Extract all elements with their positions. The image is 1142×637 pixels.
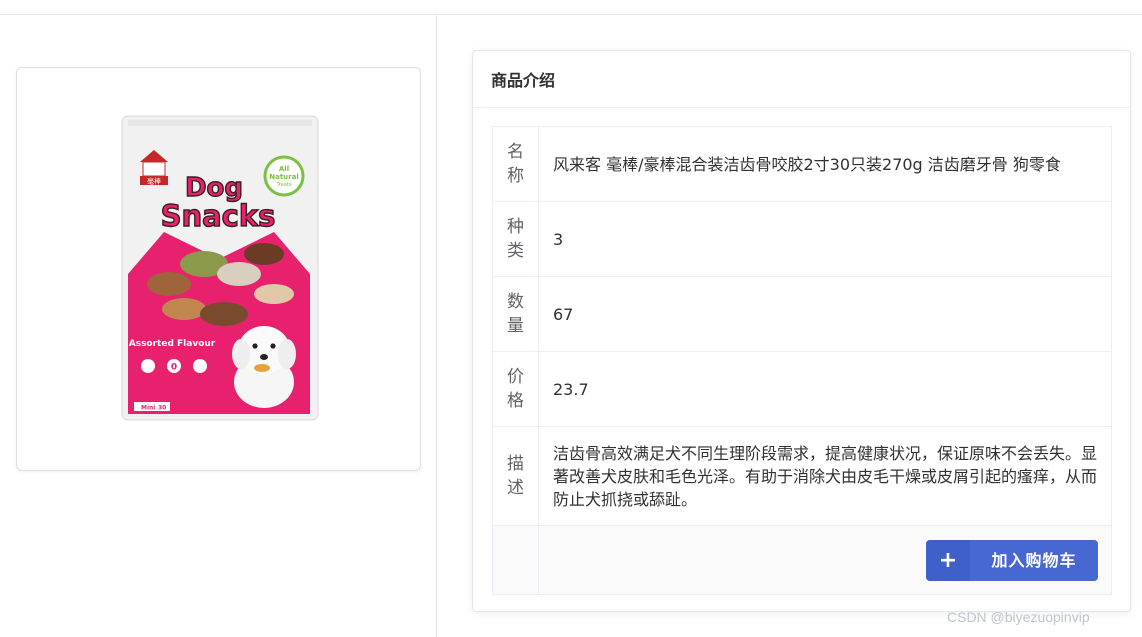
label-price: 价格: [493, 352, 539, 426]
badge-text-1: All: [278, 165, 288, 173]
row-name: 名称 风来客 毫棒/豪棒混合装洁齿骨咬胶2寸30只装270g 洁齿磨牙骨 狗零食: [493, 127, 1111, 202]
row-description: 描述 洁齿骨高效满足犬不同生理阶段需求，提高健康状况，保证原味不会丢失。显著改善…: [493, 427, 1111, 526]
badge-text-3: Treats: [275, 182, 291, 188]
product-image: 毫棒 All Natural Treats Dog Snacks Assorte…: [121, 115, 318, 421]
product-info-card: 商品介绍 名称 风来客 毫棒/豪棒混合装洁齿骨咬胶2寸30只装270g 洁齿磨牙…: [472, 50, 1131, 612]
zero-icon-text: 0: [170, 363, 176, 373]
label-actions-empty: [493, 526, 539, 594]
row-actions: + 加入购物车: [493, 526, 1111, 594]
top-divider: [0, 14, 1142, 15]
actions-cell: + 加入购物车: [539, 526, 1111, 594]
add-to-cart-label: 加入购物车: [991, 550, 1077, 570]
watermark: CSDN @biyezuopinvip: [947, 609, 1090, 625]
row-category: 种类 3: [493, 202, 1111, 277]
label-name: 名称: [493, 127, 539, 201]
row-price: 价格 23.7: [493, 352, 1111, 427]
product-descriptions: 名称 风来客 毫棒/豪棒混合装洁齿骨咬胶2寸30只装270g 洁齿磨牙骨 狗零食…: [492, 126, 1112, 595]
product-image-card: 毫棒 All Natural Treats Dog Snacks Assorte…: [16, 67, 421, 471]
value-description: 洁齿骨高效满足犬不同生理阶段需求，提高健康状况，保证原味不会丢失。显著改善犬皮肤…: [553, 443, 1098, 509]
row-quantity: 数量 67: [493, 277, 1111, 352]
value-category: 3: [553, 229, 564, 249]
puppy-illustration: [231, 326, 296, 408]
label-category: 种类: [493, 202, 539, 276]
size-value: 30: [158, 405, 166, 412]
card-title: 商品介绍: [473, 51, 1130, 108]
value-price: 23.7: [553, 379, 589, 399]
flavour-text: Assorted Flavour: [128, 339, 215, 349]
column-divider: [436, 15, 437, 637]
all-natural-badge: All Natural Treats: [263, 155, 304, 197]
package-title-line-2: Snacks: [160, 199, 275, 233]
brand-mark-text: 毫棒: [147, 177, 161, 186]
value-quantity: 67: [553, 304, 574, 324]
plus-icon: +: [926, 539, 970, 581]
size-label: Mini: [141, 405, 155, 412]
value-name: 风来客 毫棒/豪棒混合装洁齿骨咬胶2寸30只装270g 洁齿磨牙骨 狗零食: [553, 154, 1061, 174]
badge-text-2: Natural: [269, 173, 299, 181]
feature-icons: 0: [140, 359, 207, 373]
label-quantity: 数量: [493, 277, 539, 351]
label-description: 描述: [493, 427, 539, 525]
add-to-cart-button[interactable]: + 加入购物车: [926, 539, 1098, 581]
